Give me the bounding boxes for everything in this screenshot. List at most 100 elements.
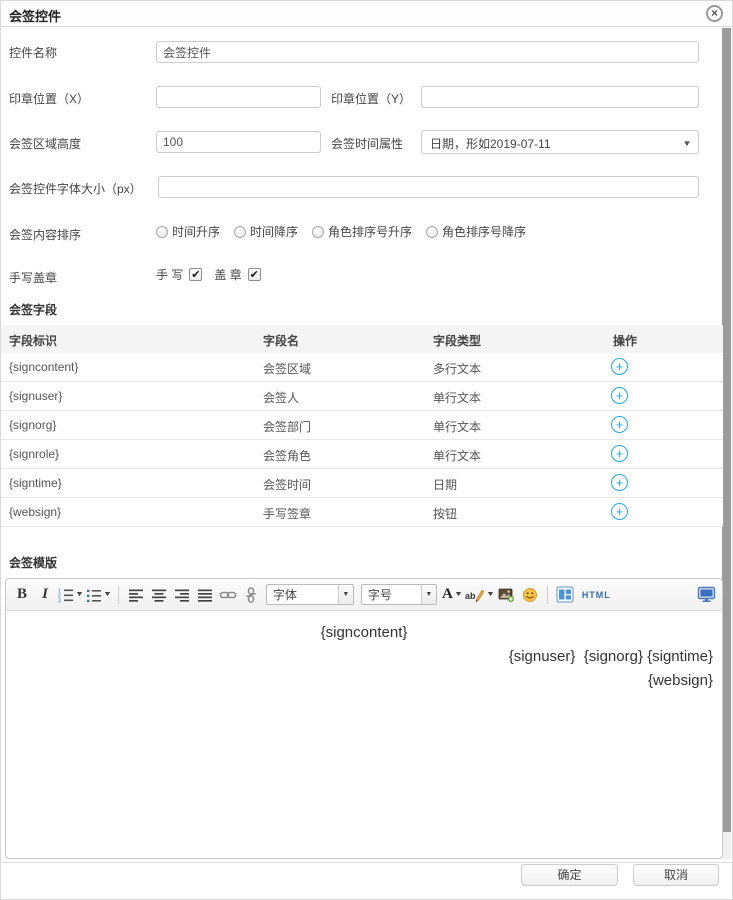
chevron-down-icon: ▼: [682, 139, 692, 148]
add-field-button[interactable]: +: [611, 387, 628, 404]
align-center-button[interactable]: [149, 584, 169, 606]
table-row: {signtime} 会签时间 日期 +: [1, 469, 723, 498]
align-justify-button[interactable]: [195, 584, 215, 606]
radio-icon: [234, 226, 246, 238]
insert-table-button[interactable]: [555, 584, 575, 606]
field-name: 会签角色: [263, 447, 311, 464]
content-sort-radio-group: 时间升序 时间降序 角色排序号升序 角色排序号降序: [156, 223, 526, 240]
italic-button[interactable]: I: [35, 584, 55, 606]
highlight-color-button[interactable]: ab ▼: [465, 584, 494, 606]
table-header: 字段标识 字段名 字段类型 操作: [1, 325, 723, 353]
field-type: 按钮: [433, 505, 457, 522]
add-field-button[interactable]: +: [611, 416, 628, 433]
unlink-icon: [243, 587, 259, 603]
rich-text-editor: B I 1 2 3 ▼: [5, 578, 723, 859]
time-attr-value: 日期，形如2019-07-11: [430, 135, 551, 152]
hand-seal-check-group: 手 写 ✔ 盖 章 ✔: [156, 266, 261, 283]
svg-text:3: 3: [58, 598, 61, 603]
add-field-button[interactable]: +: [611, 474, 628, 491]
seal-y-label: 印章位置（Y）: [331, 90, 411, 107]
field-id: {signtime}: [9, 476, 62, 490]
radio-icon: [312, 226, 324, 238]
bold-button[interactable]: B: [12, 584, 32, 606]
area-height-input[interactable]: [156, 131, 321, 153]
chevron-down-icon: ▼: [103, 591, 112, 598]
footer-divider: [1, 862, 733, 863]
font-color-button[interactable]: A ▼: [442, 584, 462, 606]
scrollbar-track[interactable]: [722, 28, 731, 859]
radio-role-order-asc[interactable]: 角色排序号升序: [312, 223, 412, 240]
field-name: 会签区域: [263, 360, 311, 377]
field-name: 会签人: [263, 389, 299, 406]
content-sort-label: 会签内容排序: [9, 226, 81, 243]
align-left-button[interactable]: [126, 584, 146, 606]
template-line-signcontent[interactable]: {signcontent}: [7, 624, 721, 641]
ordered-list-icon: 1 2 3: [58, 587, 74, 603]
align-right-icon: [174, 587, 190, 603]
svg-text:ab: ab: [465, 591, 476, 601]
chevron-down-icon: ▼: [75, 591, 84, 598]
col-operation: 操作: [613, 332, 637, 349]
chevron-down-icon: ▼: [486, 591, 495, 598]
table-icon: [556, 586, 574, 603]
seal-x-input[interactable]: [156, 86, 321, 108]
radio-time-asc[interactable]: 时间升序: [156, 223, 220, 240]
font-family-select[interactable]: 字体 ▼: [266, 584, 354, 605]
chevron-down-icon: ▼: [454, 591, 463, 598]
add-field-button[interactable]: +: [611, 503, 628, 520]
checkbox-label: 手 写: [156, 266, 183, 283]
link-button[interactable]: [218, 584, 238, 606]
radio-label: 时间降序: [250, 223, 298, 240]
col-field-name: 字段名: [263, 332, 299, 349]
bullet-list-button[interactable]: ▼: [86, 584, 111, 606]
dialog-header: 会签控件 ×: [1, 1, 732, 27]
template-line-websign[interactable]: {websign}: [7, 672, 721, 689]
toolbar-separator: [547, 586, 548, 604]
close-icon[interactable]: ×: [706, 5, 723, 22]
ordered-list-button[interactable]: 1 2 3 ▼: [58, 584, 83, 606]
seal-y-input[interactable]: [421, 86, 699, 108]
field-type: 单行文本: [433, 389, 481, 406]
radio-time-desc[interactable]: 时间降序: [234, 223, 298, 240]
field-id: {signuser}: [9, 389, 62, 403]
countersign-control-dialog: 会签控件 × 控件名称 印章位置（X） 印章位置（Y） 会签区域高度 会签时间属…: [0, 0, 733, 900]
checkbox-handwrite[interactable]: 手 写 ✔: [156, 266, 202, 283]
col-field-id: 字段标识: [9, 332, 57, 349]
field-name: 手写签章: [263, 505, 311, 522]
editor-content[interactable]: {signcontent} {signuser} {signorg} {sign…: [7, 612, 721, 857]
time-attr-select[interactable]: 日期，形如2019-07-11 ▼: [421, 130, 699, 154]
add-field-button[interactable]: +: [611, 358, 628, 375]
table-row: {signorg} 会签部门 单行文本 +: [1, 411, 723, 440]
radio-label: 时间升序: [172, 223, 220, 240]
align-right-button[interactable]: [172, 584, 192, 606]
checkbox-seal[interactable]: 盖 章 ✔: [214, 266, 260, 283]
unlink-button[interactable]: [241, 584, 261, 606]
time-attr-label: 会签时间属性: [331, 135, 403, 152]
area-height-label: 会签区域高度: [9, 135, 81, 152]
font-size-value: 字号: [362, 586, 421, 603]
editor-toolbar: B I 1 2 3 ▼: [6, 579, 722, 611]
control-name-input[interactable]: [156, 41, 699, 63]
field-name: 会签时间: [263, 476, 311, 493]
field-id: {signcontent}: [9, 360, 78, 374]
radio-icon: [156, 226, 168, 238]
fullscreen-button[interactable]: [696, 584, 716, 606]
emoji-button[interactable]: [520, 584, 540, 606]
font-color-icon: A: [442, 586, 453, 603]
add-field-button[interactable]: +: [611, 445, 628, 462]
scrollbar-thumb[interactable]: [722, 28, 731, 832]
font-family-value: 字体: [267, 586, 338, 603]
seal-x-label: 印章位置（X）: [9, 90, 89, 107]
template-section-title: 会签模版: [9, 554, 57, 571]
insert-image-button[interactable]: [497, 584, 517, 606]
table-row: {websign} 手写签章 按钮 +: [1, 498, 723, 527]
cancel-button[interactable]: 取消: [633, 864, 719, 886]
font-size-input[interactable]: [158, 176, 699, 198]
template-line-signer-info[interactable]: {signuser} {signorg} {signtime}: [7, 648, 721, 665]
radio-role-order-desc[interactable]: 角色排序号降序: [426, 223, 526, 240]
html-source-button[interactable]: HTML: [582, 584, 611, 606]
font-size-select[interactable]: 字号 ▼: [361, 584, 437, 605]
ok-button[interactable]: 确定: [521, 864, 618, 886]
checkbox-checked-icon: ✔: [248, 268, 261, 281]
image-icon: [498, 587, 515, 603]
